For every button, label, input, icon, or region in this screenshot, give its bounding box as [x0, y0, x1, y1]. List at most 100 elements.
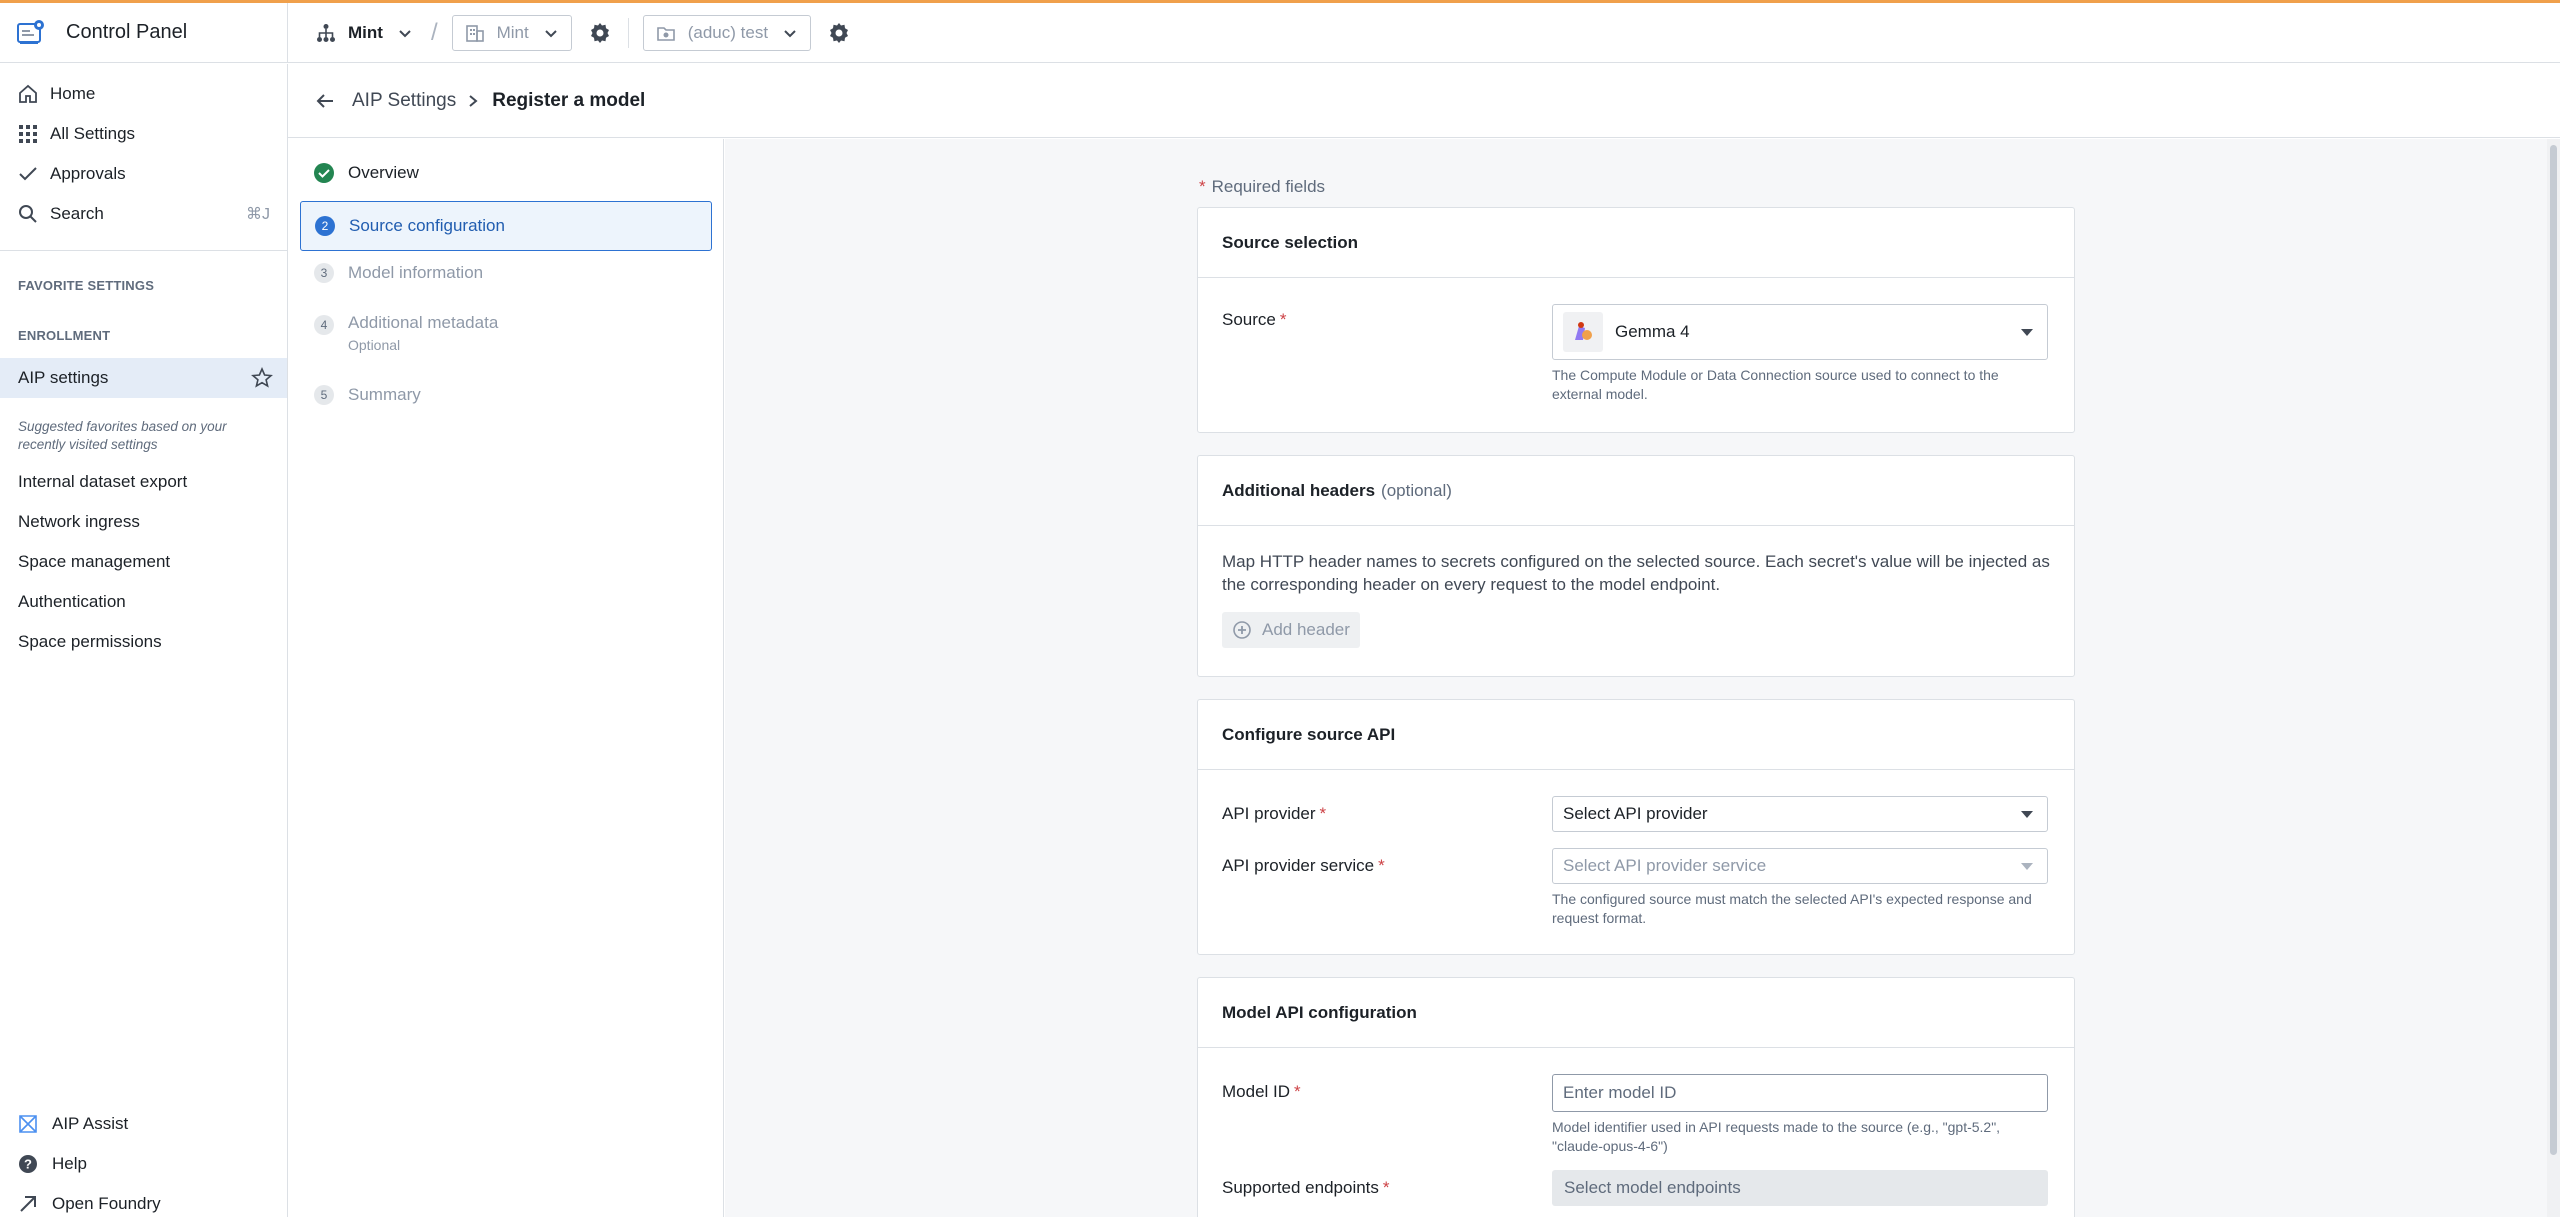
field-label-text: Source	[1222, 310, 1276, 329]
api-provider-value: Select API provider	[1563, 804, 1708, 823]
sidebar-item-approvals[interactable]: Approvals	[18, 164, 126, 184]
required-asterisk: *	[1279, 310, 1287, 329]
enrollment-settings-gear-icon[interactable]	[588, 21, 612, 45]
supported-endpoints-select[interactable]: Select model endpoints	[1552, 1170, 2048, 1206]
scrollbar-thumb[interactable]	[2550, 145, 2557, 1155]
add-header-button[interactable]: Add header	[1222, 612, 1360, 648]
enrollment-selector[interactable]: Mint	[451, 14, 572, 51]
project-label: (aduc) test	[687, 22, 769, 42]
sidebar-item-space-permissions[interactable]: Space permissions	[18, 632, 162, 652]
sidebar-item-help[interactable]: ? Help	[18, 1154, 87, 1174]
required-asterisk: *	[1382, 1178, 1390, 1197]
enrollment-label: Mint	[496, 22, 529, 42]
sidebar-item-label: Help	[52, 1154, 87, 1173]
divider	[627, 17, 629, 48]
optional-tag: (optional)	[1381, 480, 1452, 500]
sidebar: Home All Settings Approvals Search ⌘J FA…	[0, 64, 288, 1217]
source-avatar	[1563, 312, 1603, 352]
required-asterisk: *	[1319, 804, 1327, 823]
field-label-text: API provider	[1222, 804, 1316, 823]
sidebar-item-label: All Settings	[50, 124, 136, 143]
back-arrow-icon[interactable]	[314, 90, 336, 112]
app-title: Control Panel	[66, 21, 188, 43]
org-label: Mint	[348, 22, 383, 42]
chevron-down-icon	[784, 29, 796, 37]
project-settings-gear-icon[interactable]	[827, 21, 851, 45]
step-model-information[interactable]: 3 Model information	[300, 263, 712, 283]
step-sublabel: Optional	[348, 337, 401, 353]
add-header-label: Add header	[1262, 620, 1350, 639]
api-provider-label: API provider *	[1222, 804, 1326, 824]
main-scrollbar[interactable]	[2547, 139, 2560, 1217]
chevron-down-icon	[545, 29, 557, 37]
step-label-group: Additional metadata Optional	[348, 313, 498, 353]
search-icon	[19, 205, 37, 223]
star-icon[interactable]	[251, 367, 273, 389]
sidebar-item-label: AIP settings	[18, 368, 109, 387]
chevron-down-icon	[399, 29, 411, 37]
step-source-configuration[interactable]: 2 Source configuration	[300, 201, 712, 251]
api-provider-service-select[interactable]: Select API provider service	[1552, 848, 2048, 884]
additional-headers-description: Map HTTP header names to secrets configu…	[1222, 552, 2050, 594]
card-title: Source selection	[1198, 208, 2074, 278]
step-additional-metadata[interactable]: 4 Additional metadata Optional	[300, 313, 712, 353]
aip-assist-icon	[19, 1115, 37, 1133]
separator-slash: /	[430, 18, 438, 46]
add-circle-icon	[1233, 621, 1251, 639]
api-provider-service-label: API provider service *	[1222, 856, 1385, 876]
card-title-text: Additional headers	[1222, 480, 1376, 500]
field-label-text: Model ID	[1222, 1082, 1291, 1101]
project-selector[interactable]: (aduc) test	[642, 14, 812, 51]
sidebar-item-aip-assist[interactable]: AIP Assist	[18, 1114, 128, 1134]
card-title-text: Model API configuration	[1222, 1002, 1417, 1022]
top-bar: Control Panel Mint / Mint (aduc) test	[0, 2, 2560, 63]
sidebar-item-home[interactable]: Home	[18, 84, 95, 104]
step-label: Source configuration	[349, 216, 505, 235]
sidebar-item-label: Search	[50, 204, 104, 223]
breadcrumb-aip-settings[interactable]: AIP Settings	[352, 90, 456, 112]
org-selector[interactable]: Mint	[316, 16, 413, 50]
source-select[interactable]: Gemma 4	[1552, 304, 2048, 360]
sidebar-item-search[interactable]: Search ⌘J	[18, 204, 270, 224]
api-provider-select[interactable]: Select API provider	[1552, 796, 2048, 832]
configure-source-api-card: Configure source API API provider * Selec…	[1197, 699, 2075, 955]
card-title: Configure source API	[1198, 700, 2074, 770]
step-label: Additional metadata	[348, 313, 499, 332]
model-id-input[interactable]	[1552, 1074, 2048, 1112]
sidebar-item-label: Open Foundry	[52, 1194, 161, 1213]
sidebar-item-space-management[interactable]: Space management	[18, 552, 170, 572]
external-link-icon	[20, 1196, 36, 1212]
check-circle-icon	[314, 163, 334, 183]
step-label: Summary	[348, 385, 421, 404]
step-summary[interactable]: 5 Summary	[300, 385, 712, 405]
suggested-favorites-hint: Suggested favorites based on your recent…	[18, 419, 227, 452]
source-helper-text: The Compute Module or Data Connection so…	[1552, 367, 1999, 402]
sidebar-item-network-ingress[interactable]: Network ingress	[18, 512, 140, 532]
step-number: 3	[314, 263, 334, 283]
supported-endpoints-value: Select model endpoints	[1564, 1178, 1741, 1197]
model-id-helper-text: Model identifier used in API requests ma…	[1552, 1119, 2001, 1154]
source-icon	[1575, 322, 1592, 340]
sidebar-item-authentication[interactable]: Authentication	[18, 592, 126, 612]
building-icon	[465, 24, 484, 42]
favorite-settings-header: FAVORITE SETTINGS	[18, 278, 155, 293]
field-label-text: API provider service	[1222, 856, 1375, 875]
sidebar-item-aip-settings[interactable]: AIP settings	[0, 358, 287, 398]
model-api-configuration-card: Model API configuration Model ID * Model …	[1197, 977, 2075, 1217]
sidebar-item-open-foundry[interactable]: Open Foundry	[18, 1194, 161, 1214]
sidebar-item-internal-dataset-export[interactable]: Internal dataset export	[18, 472, 187, 492]
required-asterisk: *	[1378, 856, 1385, 875]
sidebar-item-all-settings[interactable]: All Settings	[18, 124, 135, 144]
sidebar-item-label: AIP Assist	[52, 1114, 129, 1133]
project-folder-icon	[656, 26, 675, 41]
sidebar-item-label: Home	[50, 84, 96, 103]
required-note-text: Required fields	[1211, 177, 1326, 196]
main-content: * Required fields Source selection Source…	[725, 139, 2547, 1217]
step-number: 4	[314, 315, 334, 335]
help-icon: ?	[19, 1155, 37, 1173]
step-overview[interactable]: Overview	[300, 163, 712, 183]
control-panel-logo-icon	[17, 19, 44, 44]
source-selection-card: Source selection Source * Gemma 4 The Com…	[1197, 207, 2075, 433]
field-label-text: Supported endpoints	[1222, 1178, 1379, 1197]
wizard-steps: Overview 2 Source configuration 3 Model …	[288, 139, 724, 1217]
